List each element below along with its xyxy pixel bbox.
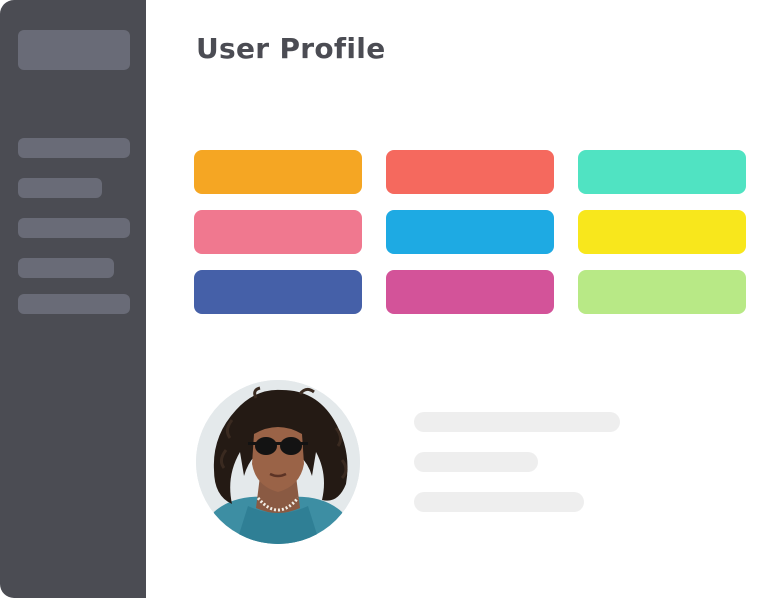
page-title: User Profile	[196, 32, 386, 65]
color-tile[interactable]	[194, 270, 362, 314]
profile-detail-line-2	[414, 452, 538, 472]
sidebar-item-3[interactable]	[18, 218, 130, 238]
user-avatar[interactable]	[196, 380, 360, 544]
color-tile[interactable]	[578, 150, 746, 194]
color-tile[interactable]	[386, 150, 554, 194]
color-tile[interactable]	[386, 210, 554, 254]
color-tile[interactable]	[578, 270, 746, 314]
sidebar-item-4[interactable]	[18, 258, 114, 278]
profile-detail-line-1	[414, 412, 620, 432]
sidebar-item-1[interactable]	[18, 138, 130, 158]
color-tile[interactable]	[578, 210, 746, 254]
color-tile[interactable]	[386, 270, 554, 314]
app-window: User Profile	[0, 0, 778, 598]
color-tile[interactable]	[194, 150, 362, 194]
sidebar-item-5[interactable]	[18, 294, 130, 314]
sidebar-item-2[interactable]	[18, 178, 102, 198]
sidebar	[0, 0, 146, 598]
profile-detail-line-3	[414, 492, 584, 512]
sidebar-logo-placeholder[interactable]	[18, 30, 130, 70]
avatar-portrait-image	[196, 380, 360, 544]
color-tile[interactable]	[194, 210, 362, 254]
